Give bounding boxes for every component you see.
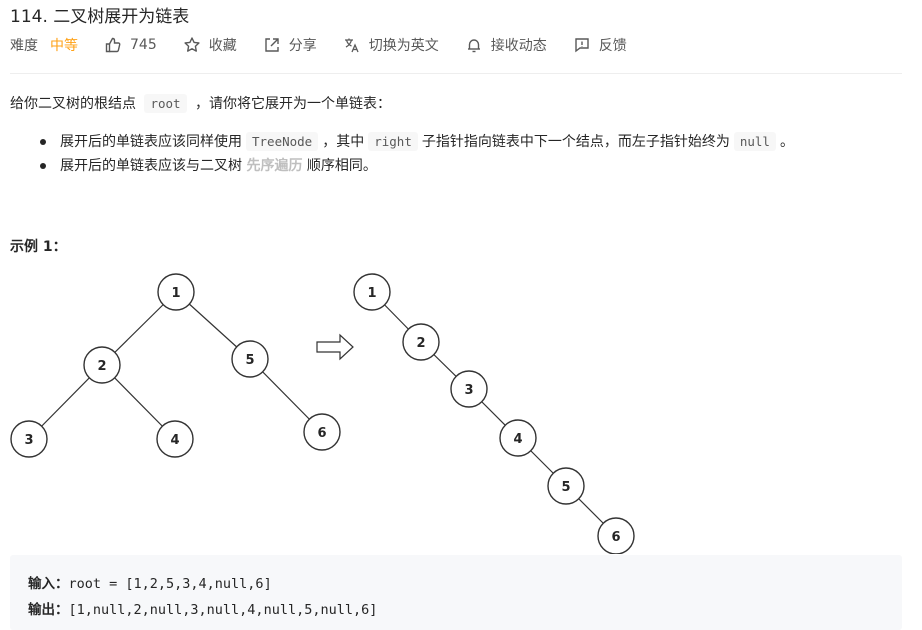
bell-icon bbox=[465, 36, 483, 54]
tree-node: 2 bbox=[83, 346, 121, 384]
problem-intro: 给你二叉树的根结点 root ，请你将它展开为一个单链表： bbox=[10, 92, 910, 116]
difficulty: 难度 中等 bbox=[10, 35, 78, 55]
example-diagram: 1 2 5 3 4 6 1 2 3 4 5 6 bbox=[10, 273, 635, 554]
like-button[interactable]: 745 bbox=[104, 36, 157, 54]
example-io-box: 输入：root = [1,2,5,3,4,null,6] 输出：[1,null,… bbox=[10, 555, 902, 630]
translate-label: 切换为英文 bbox=[368, 38, 439, 54]
like-count: 745 bbox=[130, 37, 157, 53]
translate-button[interactable]: 切换为英文 bbox=[343, 35, 439, 55]
example-title: 示例 1： bbox=[10, 239, 67, 255]
tree-node-label: 1 bbox=[171, 286, 180, 301]
feedback-button[interactable]: 反馈 bbox=[573, 35, 627, 55]
tree-node: 4 bbox=[156, 420, 194, 458]
bullet1-code-null: null bbox=[733, 132, 776, 151]
list-node: 6 bbox=[597, 517, 635, 554]
notify-button[interactable]: 接收动态 bbox=[465, 35, 547, 55]
output-label: 输出： bbox=[28, 602, 69, 618]
tree-node: 3 bbox=[10, 420, 48, 458]
difficulty-value: 中等 bbox=[50, 38, 78, 54]
favorite-label: 收藏 bbox=[208, 38, 237, 54]
intro-text-post: ，请你将它展开为一个单链表： bbox=[195, 96, 392, 112]
tree-node-label: 4 bbox=[170, 433, 179, 448]
share-label: 分享 bbox=[288, 38, 317, 54]
example-output-line: 输出：[1,null,2,null,3,null,4,null,5,null,6… bbox=[28, 597, 902, 623]
intro-text-pre: 给你二叉树的根结点 bbox=[10, 96, 136, 112]
translate-icon bbox=[343, 36, 361, 54]
list-item: 展开后的单链表应该同样使用 TreeNode ，其中 right 子指针指向链表中下一个… bbox=[36, 130, 906, 154]
favorite-button[interactable]: 收藏 bbox=[183, 35, 237, 55]
header-divider bbox=[10, 73, 902, 74]
tree-node-label: 3 bbox=[24, 433, 33, 448]
tree-node-label: 2 bbox=[97, 359, 106, 374]
bullet1-code-treenode: TreeNode bbox=[246, 132, 319, 151]
list-node-label: 4 bbox=[513, 432, 522, 447]
list-node-label: 3 bbox=[464, 383, 473, 398]
share-icon bbox=[263, 36, 281, 54]
star-icon bbox=[183, 36, 201, 54]
list-node-label: 5 bbox=[561, 480, 570, 495]
input-value: root = [1,2,5,3,4,null,6] bbox=[68, 576, 272, 592]
bullet2-post: 顺序相同。 bbox=[306, 158, 377, 174]
list-node: 1 bbox=[353, 273, 391, 311]
input-label: 输入： bbox=[28, 576, 69, 592]
difficulty-label: 难度 bbox=[10, 38, 38, 54]
bullet1-pre: 展开后的单链表应该同样使用 bbox=[60, 134, 242, 150]
tree-edges bbox=[28, 291, 323, 440]
bullet1-mid1: ，其中 bbox=[322, 134, 365, 150]
bullet1-code-right: right bbox=[368, 132, 418, 151]
bullet1-mid2: 子指针指向链表中下一个结点，而左子指针始终为 bbox=[421, 134, 730, 150]
problem-meta-bar: 难度 中等 745 收藏 分享 切换为英文 接收动态 反馈 bbox=[10, 35, 653, 55]
transform-arrow-icon bbox=[316, 333, 354, 361]
tree-node: 1 bbox=[157, 273, 195, 311]
list-node: 3 bbox=[450, 370, 488, 408]
feedback-label: 反馈 bbox=[598, 38, 627, 54]
problem-title: 114. 二叉树展开为链表 bbox=[10, 7, 190, 27]
example-input-line: 输入：root = [1,2,5,3,4,null,6] bbox=[28, 571, 902, 597]
preorder-term: 先序遍历 bbox=[246, 158, 303, 174]
list-node-label: 1 bbox=[367, 286, 376, 301]
thumbs-up-icon bbox=[104, 36, 122, 54]
tree-node: 5 bbox=[231, 340, 269, 378]
list-node: 4 bbox=[499, 419, 537, 457]
requirements-list: 展开后的单链表应该同样使用 TreeNode ，其中 right 子指针指向链表中下一个… bbox=[36, 130, 906, 178]
bullet1-post: 。 bbox=[779, 134, 794, 150]
list-node: 5 bbox=[547, 467, 585, 505]
list-node: 2 bbox=[402, 323, 440, 361]
intro-code-root: root bbox=[144, 94, 187, 113]
output-value: [1,null,2,null,3,null,4,null,5,null,6] bbox=[68, 602, 378, 618]
feedback-icon bbox=[573, 36, 591, 54]
tree-node: 6 bbox=[303, 413, 341, 451]
list-node-label: 6 bbox=[611, 530, 620, 545]
notify-label: 接收动态 bbox=[490, 38, 547, 54]
share-button[interactable]: 分享 bbox=[263, 35, 317, 55]
list-item: 展开后的单链表应该与二叉树 先序遍历 顺序相同。 bbox=[36, 154, 906, 178]
tree-node-label: 5 bbox=[245, 353, 254, 368]
bullet2-pre: 展开后的单链表应该与二叉树 bbox=[60, 158, 242, 174]
tree-nodes: 1 2 5 3 4 6 bbox=[10, 273, 341, 458]
list-node-label: 2 bbox=[416, 336, 425, 351]
tree-node-label: 6 bbox=[317, 426, 326, 441]
